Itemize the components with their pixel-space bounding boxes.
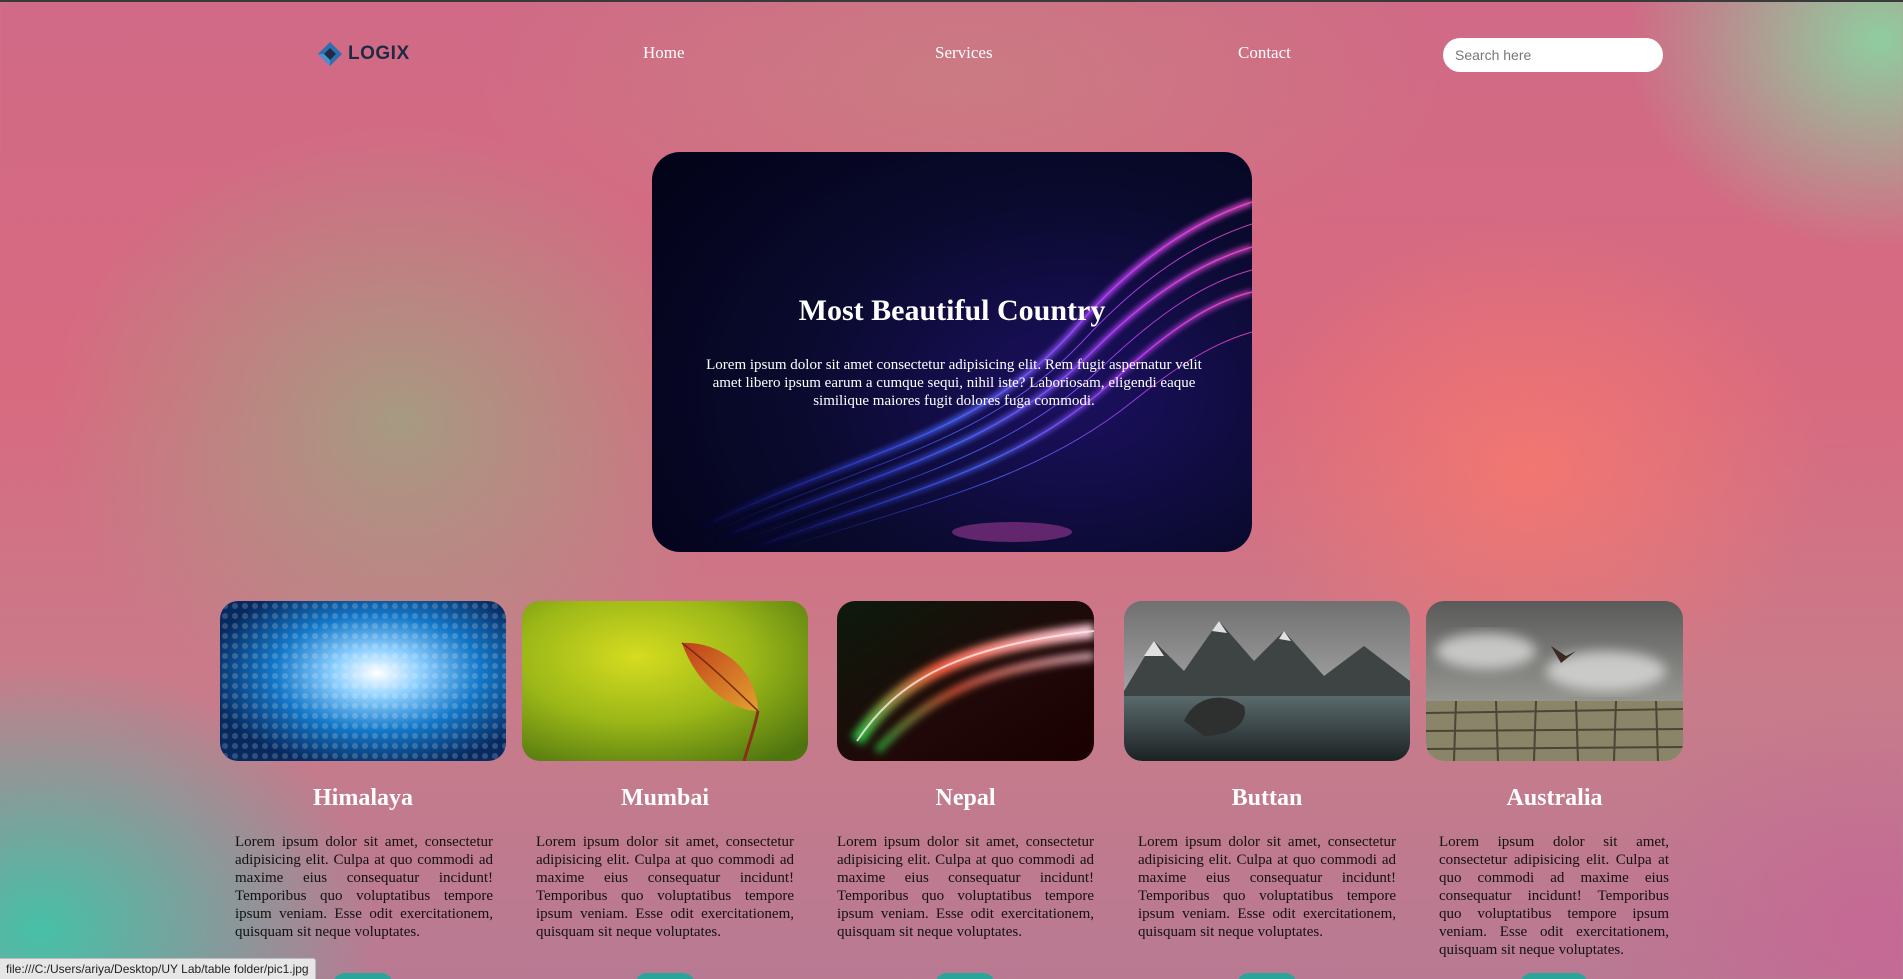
card-text-nepal: Lorem ipsum dolor sit amet, consectetur … (837, 834, 1094, 940)
card-text-australia: Lorem ipsum dolor sit amet, consectetur … (1439, 834, 1669, 958)
card-button-himalaya[interactable] (333, 973, 393, 979)
card-button-nepal[interactable] (935, 973, 995, 979)
search-input[interactable] (1443, 38, 1663, 72)
card-text-mumbai: Lorem ipsum dolor sit amet, consectetur … (536, 834, 794, 940)
card-button-australia[interactable] (1520, 973, 1588, 979)
nav-link-home[interactable]: Home (643, 43, 685, 63)
logix-logo-icon (318, 42, 342, 66)
card-text-himalaya: Lorem ipsum dolor sit amet, consectetur … (235, 834, 493, 940)
card-image-australia[interactable] (1426, 601, 1683, 761)
logo[interactable]: LOGIX (316, 40, 410, 68)
card-image-mumbai[interactable] (522, 601, 808, 761)
nav-link-services[interactable]: Services (935, 43, 993, 63)
card-title-mumbai: Mumbai (620, 785, 709, 811)
hero-background-image (690, 199, 1252, 552)
card-button-buttan[interactable] (1237, 973, 1297, 979)
hero-title: Most Beautiful Country (798, 294, 1106, 327)
card-image-buttan[interactable] (1124, 601, 1410, 761)
card-title-himalaya: Himalaya (313, 785, 413, 811)
card-image-nepal[interactable] (837, 601, 1094, 761)
hero-card: Most Beautiful Country Lorem ipsum dolor… (652, 152, 1252, 552)
card-title-buttan: Buttan (1231, 785, 1303, 811)
card-text-buttan: Lorem ipsum dolor sit amet, consectetur … (1138, 834, 1396, 940)
card-image-himalaya[interactable] (220, 601, 506, 761)
card-title-nepal: Nepal (935, 785, 996, 811)
hero-description: Lorem ipsum dolor sit amet consectetur a… (706, 357, 1202, 409)
nav-link-contact[interactable]: Contact (1238, 43, 1291, 63)
navbar: LOGIX Home Services Contact (0, 0, 1903, 110)
card-button-mumbai[interactable] (635, 973, 695, 979)
browser-status-bar: file:///C:/Users/ariya/Desktop/UY Lab/ta… (0, 958, 316, 979)
logo-text: LOGIX (348, 43, 410, 64)
card-title-australia: Australia (1506, 785, 1603, 811)
